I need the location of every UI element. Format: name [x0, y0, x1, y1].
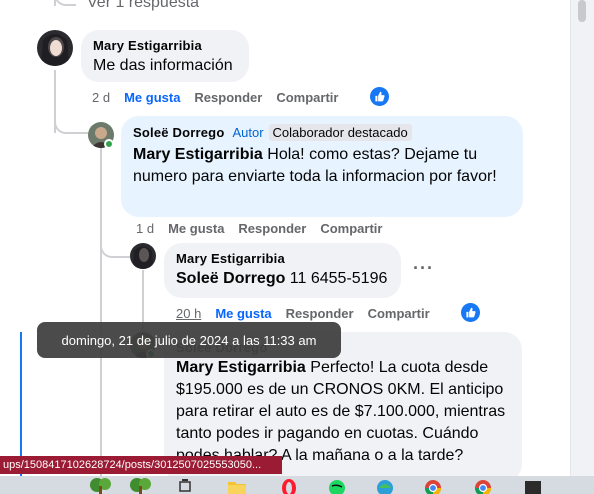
reply-button[interactable]: Responder [194, 90, 262, 105]
comment-text: Me das información [93, 57, 233, 74]
online-status-icon [104, 139, 114, 149]
status-bar-url: ups/1508417102628724/posts/3012507025553… [0, 456, 282, 474]
comment-text: Soleë Dorrego 11 6455-5196 [176, 268, 389, 290]
thread-line [100, 148, 102, 478]
avatar[interactable] [130, 243, 156, 269]
reply-button[interactable]: Responder [238, 221, 306, 236]
share-button[interactable]: Compartir [368, 306, 430, 321]
comment-bubble: Soleë Dorrego Autor Colaborador destacad… [121, 116, 523, 217]
share-button[interactable]: Compartir [320, 221, 382, 236]
comment-timestamp[interactable]: 1 d [136, 221, 154, 236]
timestamp-tooltip: domingo, 21 de julio de 2024 a las 11:33… [37, 322, 341, 358]
comment-timestamp[interactable]: 2 d [92, 90, 110, 105]
focus-indicator [20, 332, 22, 476]
tree-app-icon[interactable] [88, 476, 114, 494]
scrollbar-thumb[interactable] [578, 0, 586, 22]
top-contributor-badge[interactable]: Colaborador destacado [268, 124, 412, 141]
thread-corner [54, 0, 76, 6]
mention-link[interactable]: Soleë Dorrego [176, 270, 285, 287]
edge-icon[interactable] [372, 476, 398, 494]
like-reaction-icon[interactable] [370, 87, 389, 106]
like-button[interactable]: Me gusta [124, 90, 180, 105]
comment-author[interactable]: Mary Estigarribia [93, 38, 237, 53]
chrome-icon[interactable] [470, 476, 496, 494]
comment-text: Mary Estigarribia Hola! como estas? Deja… [133, 144, 511, 188]
mention-link[interactable]: Mary Estigarribia [176, 359, 306, 376]
like-button[interactable]: Me gusta [168, 221, 224, 236]
comment-timestamp[interactable]: 20 h [176, 306, 201, 321]
thread-line [142, 270, 144, 330]
comment-bubble: Mary Estigarribia Me das información [81, 30, 249, 82]
comment-actions: 20 h Me gusta Responder Compartir [176, 306, 444, 321]
tree-app-icon[interactable] [128, 476, 154, 494]
comment-author[interactable]: Mary Estigarribia [176, 251, 389, 266]
more-options-icon[interactable]: ··· [413, 258, 434, 279]
task-view-icon[interactable] [172, 476, 198, 494]
windows-taskbar [0, 476, 594, 494]
comment-bubble: Mary Estigarribia Soleë Dorrego 11 6455-… [164, 243, 401, 298]
share-button[interactable]: Compartir [276, 90, 338, 105]
terminal-icon[interactable] [520, 476, 546, 494]
avatar[interactable] [37, 30, 73, 66]
author-tag: Autor [232, 125, 264, 140]
spotify-icon[interactable] [324, 476, 350, 494]
mention-link[interactable]: Mary Estigarribia [133, 146, 263, 163]
scrollbar-track [570, 0, 571, 476]
like-reaction-icon[interactable] [461, 303, 480, 322]
thread-corner [100, 238, 130, 258]
chrome-icon[interactable] [420, 476, 446, 494]
thread-corner [54, 112, 88, 134]
comment-actions: 1 d Me gusta Responder Compartir [136, 221, 396, 236]
comment-author[interactable]: Soleë Dorrego [133, 125, 224, 140]
comment-text: Mary Estigarribia Perfecto! La cuota des… [176, 357, 510, 467]
like-button[interactable]: Me gusta [215, 306, 271, 321]
comment-body: 11 6455-5196 [285, 270, 388, 287]
vertical-scrollbar[interactable] [570, 0, 594, 476]
opera-icon[interactable] [276, 476, 302, 494]
file-explorer-icon[interactable] [224, 476, 250, 494]
reply-button[interactable]: Responder [286, 306, 354, 321]
view-replies-link[interactable]: Ver 1 respuesta [87, 0, 199, 12]
comment-actions: 2 d Me gusta Responder Compartir [92, 90, 352, 105]
facebook-comment-thread: Ver 1 respuesta Mary Estigarribia Me das… [0, 0, 594, 494]
